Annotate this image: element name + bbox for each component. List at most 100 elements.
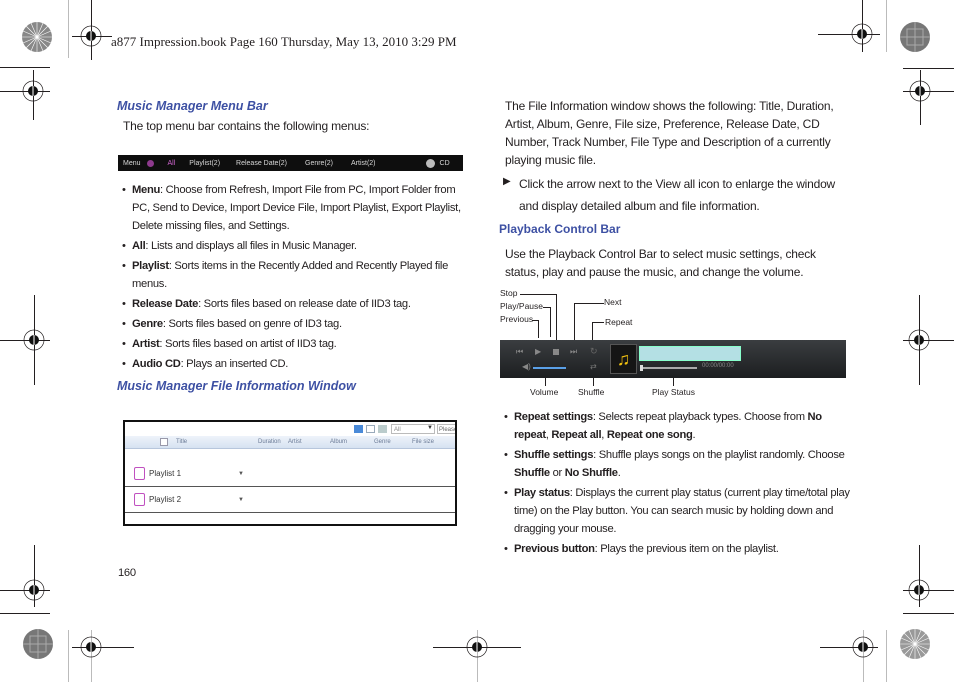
seek-handle xyxy=(640,365,643,371)
registration-mark-icon xyxy=(908,329,930,351)
bullet-term: Release Date xyxy=(132,298,199,310)
bullet-text: : Plays an inserted CD. xyxy=(180,358,289,370)
bullet-text: : Sorts files based on artist of IID3 ta… xyxy=(159,338,337,350)
file-info-description: The File Information window shows the fo… xyxy=(505,99,834,167)
bullet-term: No Shuffle xyxy=(564,467,618,479)
bullet-text: . xyxy=(692,429,696,441)
bullet-text: : Sorts items in the Recently Added and … xyxy=(132,260,449,290)
select-all-checkbox xyxy=(160,438,168,446)
playlist-icon xyxy=(134,467,145,480)
bullet-term: Audio CD xyxy=(132,358,181,370)
bullet-item: Repeat settings: Selects repeat playback… xyxy=(504,408,852,444)
bullet-term: Genre xyxy=(132,318,163,330)
playback-intro: Use the Playback Control Bar to select m… xyxy=(505,247,816,279)
bullet-term: Play status xyxy=(514,487,570,499)
menu-bullet-list: Menu: Choose from Refresh, Import File f… xyxy=(122,181,467,375)
bullet-item: Playlist: Sorts items in the Recently Ad… xyxy=(122,257,467,293)
registration-mark-icon xyxy=(851,23,873,45)
bullet-item: Menu: Choose from Refresh, Import File f… xyxy=(122,181,467,235)
menu-bar-item-menu: Menu xyxy=(123,159,141,167)
menu-bar-intro: The top menu bar contains the following … xyxy=(123,119,370,133)
menu-bar-item-cd: CD xyxy=(439,159,450,167)
bullet-term: Artist xyxy=(132,338,160,350)
menu-bar-screenshot: Menu All Playlist(2) Release Date(2) Gen… xyxy=(118,155,463,171)
bullet-item: Audio CD: Plays an inserted CD. xyxy=(122,355,467,373)
registration-mark-icon xyxy=(22,80,44,102)
callout-shuffle: Shuffle xyxy=(578,387,605,397)
repeat-icon: ↻ xyxy=(590,346,598,356)
column-album: Album xyxy=(330,439,348,445)
callout-repeat: Repeat xyxy=(605,317,633,327)
column-file-size: File size xyxy=(412,439,435,445)
menu-bar-item-all: All xyxy=(167,159,176,167)
bullet-term: Shuffle xyxy=(514,467,550,479)
detail-view-icon xyxy=(366,425,375,433)
column-artist: Artist xyxy=(288,439,302,445)
shuffle-icon: ⇄ xyxy=(590,362,597,371)
registration-mark-icon xyxy=(466,636,488,658)
column-genre: Genre xyxy=(374,439,391,445)
album-view-icon xyxy=(378,425,387,433)
menu-bar-item-release-date: Release Date(2) xyxy=(236,159,287,167)
next-icon: ⏭ xyxy=(570,347,578,356)
registration-mark-icon xyxy=(23,329,45,351)
album-art-icon: ♫ xyxy=(610,344,637,374)
callout-play-pause: Play/Pause xyxy=(500,301,543,311)
track-info-display xyxy=(639,346,741,361)
bullet-term: Shuffle settings xyxy=(514,449,594,461)
callout-play-status: Play Status xyxy=(652,387,695,397)
list-view-icon xyxy=(354,425,363,433)
registration-mark-icon xyxy=(909,80,931,102)
bullet-item: Play status: Displays the current play s… xyxy=(504,484,852,538)
bullet-term: Menu xyxy=(132,184,161,196)
bullet-text: : Selects repeat playback types. Choose … xyxy=(592,411,808,423)
page-number: 160 xyxy=(118,567,136,579)
playback-heading: Playback Control Bar xyxy=(499,222,621,236)
bullet-text: : Shuffle plays songs on the playlist ra… xyxy=(593,449,845,461)
menu-bar-item-playlist: Playlist(2) xyxy=(189,159,221,167)
menu-bar-item-genre: Genre(2) xyxy=(305,159,334,167)
bullet-text: or xyxy=(549,467,565,479)
previous-icon: ⏮ xyxy=(516,347,524,356)
arrow-step-text: Click the arrow next to the View all ico… xyxy=(519,177,836,213)
registration-mark-icon xyxy=(80,25,102,47)
row-dropdown-icon: ▼ xyxy=(238,496,244,503)
bullet-text: : Sorts files based on release date of I… xyxy=(198,298,411,310)
bullet-text: : Plays the previous item on the playlis… xyxy=(594,543,779,555)
bullet-item: Shuffle settings: Shuffle plays songs on… xyxy=(504,446,852,482)
page-header: a877 Impression.book Page 160 Thursday, … xyxy=(111,34,457,49)
file-info-toolbar: All ▼ Please xyxy=(125,422,455,436)
file-info-column-header: Title Duration Artist Album Genre File s… xyxy=(125,436,455,449)
callout-previous: Previous xyxy=(500,314,534,324)
column-duration: Duration xyxy=(258,439,281,445)
registration-mark-icon xyxy=(80,636,102,658)
registration-rosette-icon xyxy=(22,22,52,52)
row-dropdown-icon: ▼ xyxy=(238,470,244,477)
bullet-term: Repeat settings xyxy=(514,411,593,423)
registration-rosette-icon xyxy=(900,629,930,659)
playback-bullet-list: Repeat settings: Selects repeat playback… xyxy=(504,408,852,560)
cd-icon xyxy=(425,158,435,168)
playlist-row: Playlist 1 ▼ xyxy=(125,461,455,487)
bullet-text: . xyxy=(617,467,621,479)
bullet-text: : Sorts files based on genre of ID3 tag. xyxy=(162,318,342,330)
stop-icon xyxy=(553,349,559,355)
bullet-item: Release Date: Sorts files based on relea… xyxy=(122,295,467,313)
playlist-icon xyxy=(134,493,145,506)
playlist-row: Playlist 2 ▼ xyxy=(125,487,455,513)
bullet-item: Genre: Sorts files based on genre of ID3… xyxy=(122,315,467,333)
seek-slider xyxy=(641,367,697,369)
playlist-name: Playlist 1 xyxy=(149,469,182,478)
step-arrow-icon: ▶ xyxy=(503,176,511,187)
filter-dropdown-icon: ▼ xyxy=(427,425,433,431)
volume-icon: ◀) xyxy=(522,362,531,371)
registration-rosette-icon xyxy=(900,22,930,52)
bullet-text: : Lists and displays all files in Music … xyxy=(145,240,357,252)
menu-bar-heading: Music Manager Menu Bar xyxy=(117,99,268,113)
bullet-term: All xyxy=(132,240,146,252)
bullet-term: Repeat all xyxy=(551,429,602,441)
menu-dropdown-icon xyxy=(146,159,154,167)
callout-volume: Volume xyxy=(530,387,559,397)
registration-mark-icon xyxy=(908,579,930,601)
bullet-item: Previous button: Plays the previous item… xyxy=(504,540,852,558)
